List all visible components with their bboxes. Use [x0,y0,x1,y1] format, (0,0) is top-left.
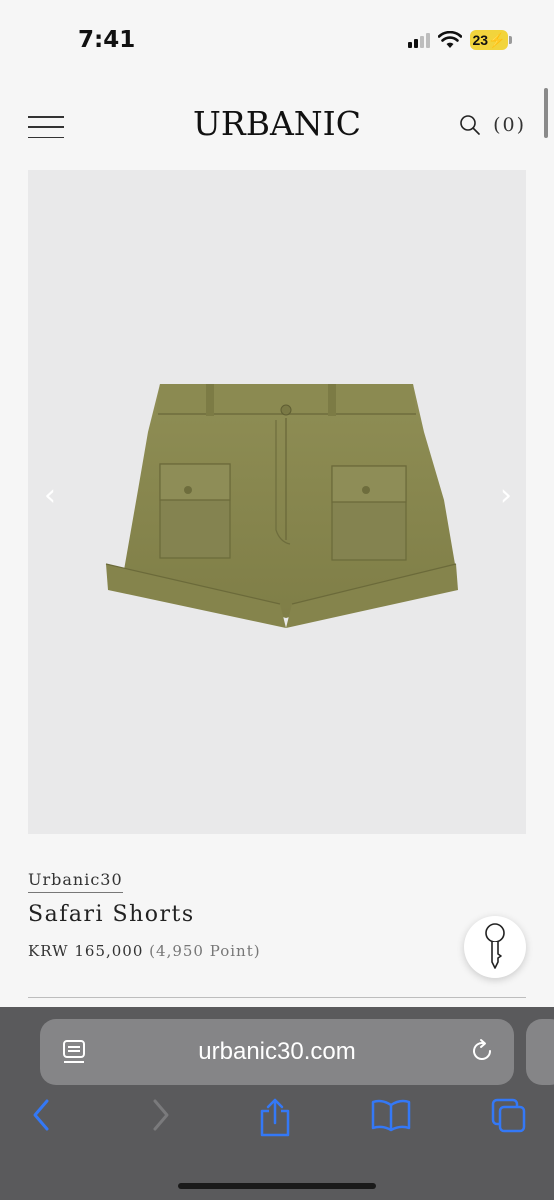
search-icon[interactable] [459,114,481,136]
cart-count[interactable]: (0) [493,114,526,136]
tabs-icon[interactable] [490,1097,528,1135]
forward-icon[interactable] [150,1097,172,1133]
site-header: URBANIC (0) [0,96,554,156]
product-name: Safari Shorts [28,902,195,927]
price-value: KRW 165,000 [28,942,144,960]
home-indicator [178,1183,376,1189]
cellular-signal-icon [408,32,430,48]
key-icon [485,923,505,969]
url-text: urbanic30.com [198,1038,356,1065]
battery-icon: 23 ⚡ [470,30,512,50]
key-button[interactable] [464,916,526,978]
product-price: KRW 165,000 (4,950 Point) [28,942,261,960]
bookmarks-icon[interactable] [370,1097,412,1133]
product-brand-link[interactable]: Urbanic30 [28,870,123,893]
status-bar: 7:41 23 ⚡ [0,0,554,84]
browser-bottom-bar: urbanic30.com [0,1007,554,1200]
price-points: (4,950 Point) [149,942,261,960]
share-icon[interactable] [258,1097,292,1137]
next-image-arrow[interactable]: › [500,478,512,513]
battery-level: 23 [472,32,489,48]
address-bar[interactable]: urbanic30.com [40,1019,514,1085]
product-image[interactable] [28,170,526,834]
status-time: 7:41 [78,27,136,53]
status-icons: 23 ⚡ [408,30,512,50]
wifi-icon [438,31,462,48]
divider [28,997,526,998]
header-actions: (0) [459,114,526,136]
browser-toolbar [0,1097,554,1147]
back-icon[interactable] [30,1097,52,1133]
next-tab-preview[interactable] [526,1019,554,1085]
prev-image-arrow[interactable]: ‹ [44,478,56,513]
shorts-image [105,384,458,628]
reload-icon[interactable] [468,1037,496,1065]
